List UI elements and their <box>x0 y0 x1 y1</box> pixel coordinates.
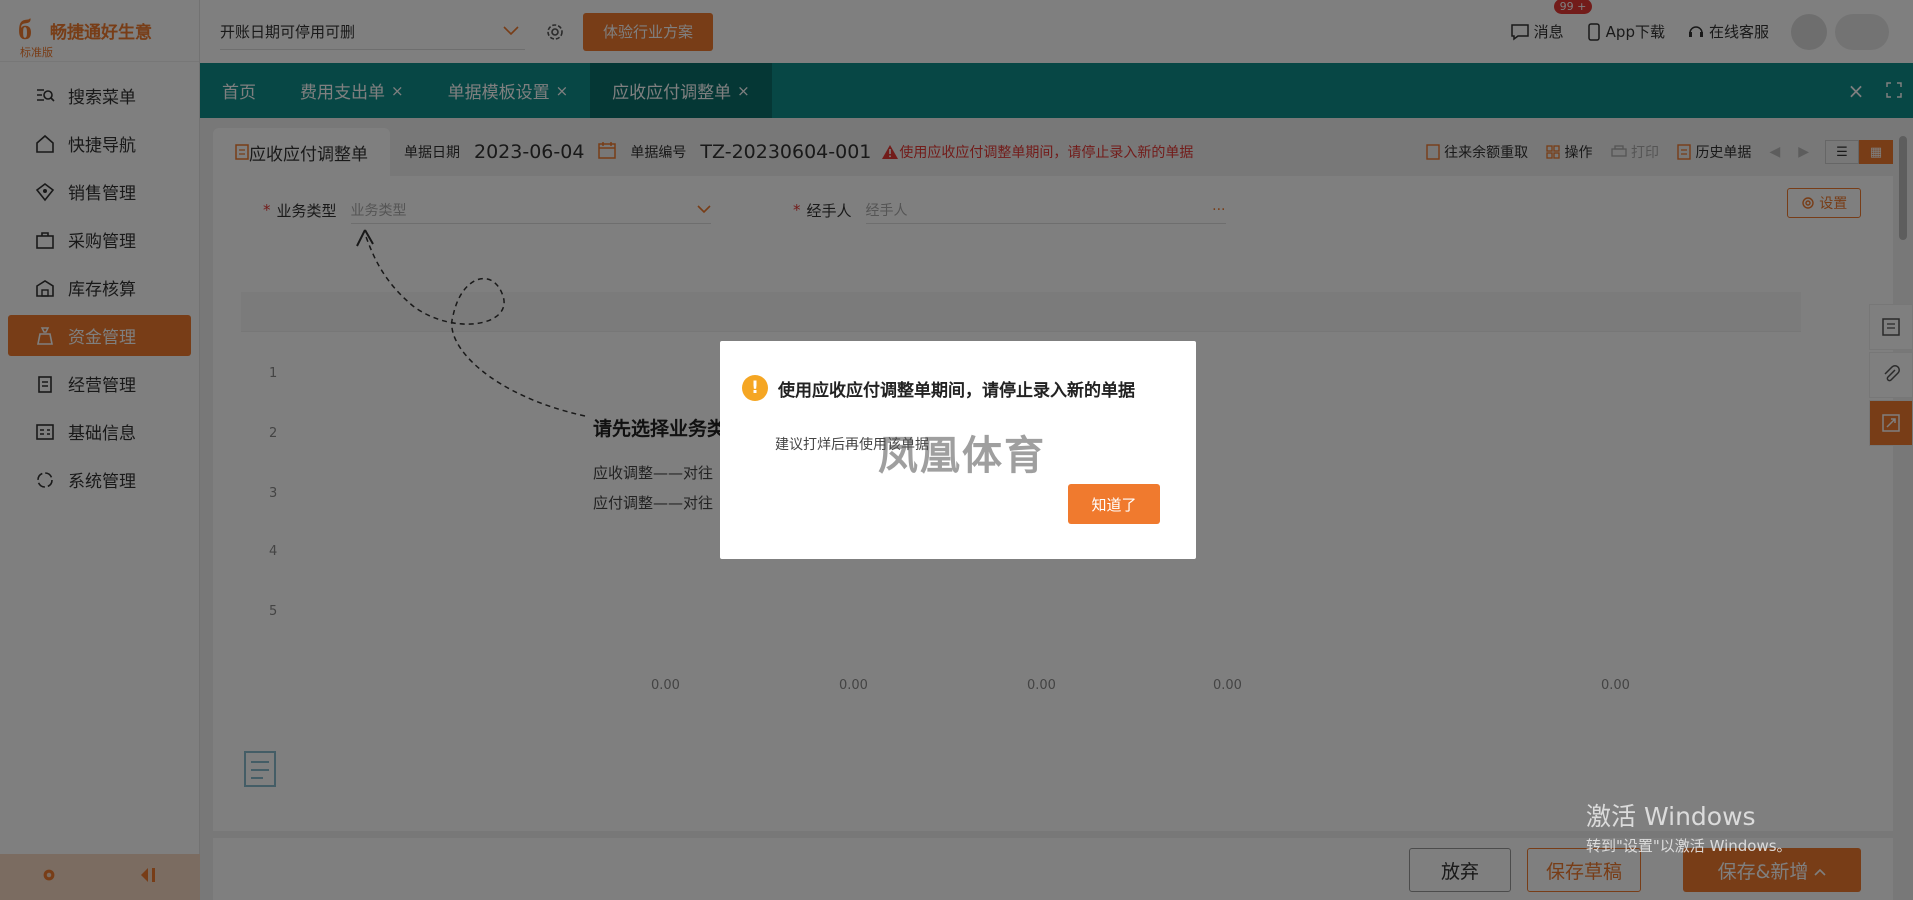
dialog-title-text: 使用应收应付调整单期间，请停止录入新的单据 <box>778 380 1135 401</box>
dialog-title: ! 使用应收应付调整单期间，请停止录入新的单据 <box>742 375 1135 401</box>
ok-button[interactable]: 知道了 <box>1068 484 1160 524</box>
windows-activation-watermark: 激活 Windows 转到"设置"以激活 Windows。 <box>1586 797 1792 856</box>
warning-dialog: ! 使用应收应付调整单期间，请停止录入新的单据 建议打烊后再使用该单据 凤凰体育… <box>720 341 1196 559</box>
activate-title: 激活 Windows <box>1586 802 1756 831</box>
exclamation-icon: ! <box>742 375 768 401</box>
watermark-text: 凤凰体育 <box>878 433 1046 479</box>
activate-subtitle: 转到"设置"以激活 Windows。 <box>1586 837 1792 855</box>
